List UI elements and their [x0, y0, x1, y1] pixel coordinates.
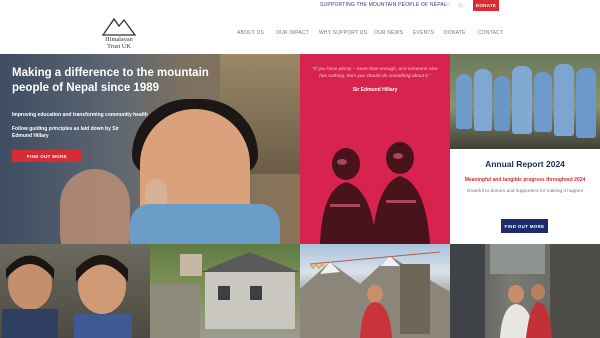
find-out-more-button[interactable]: FIND OUT MORE — [12, 150, 82, 162]
hero-photo-shirt — [130, 204, 280, 244]
climbers-photo — [320, 142, 430, 244]
instagram-icon[interactable]: ◎ — [458, 2, 463, 9]
hero-subtitle: Improving education and transforming com… — [12, 112, 148, 118]
nav-about-us[interactable]: ABOUT US — [237, 30, 264, 36]
quote-panel: "If you have plenty – more than enough, … — [300, 54, 450, 244]
mountain-trekker-photo — [300, 244, 450, 338]
village-children-photo — [450, 244, 600, 338]
top-bar: SUPPORTING THE MOUNTAIN PEOPLE OF NEPAL … — [0, 0, 600, 12]
child-figure — [494, 76, 510, 131]
hero-photo-child-background — [60, 169, 130, 244]
site-header: Himalayan Trust UK ABOUT US OUR IMPACT W… — [0, 12, 600, 54]
nav-donate[interactable]: DONATE — [444, 30, 466, 36]
logo-text-line1: Himalayan — [105, 36, 133, 43]
report-text: Grateful to donors and supporters for ma… — [466, 189, 584, 194]
child-figure — [534, 72, 552, 132]
nav-our-news[interactable]: OUR NEWS — [374, 30, 403, 36]
report-find-out-more-button[interactable]: FIND OUT MORE — [501, 219, 548, 233]
logo[interactable]: Himalayan Trust UK — [100, 16, 138, 52]
mountain-logo-icon — [102, 17, 136, 36]
nav-events[interactable]: EVENTS — [413, 30, 434, 36]
child-figure — [554, 64, 574, 136]
school-building-photo — [150, 244, 300, 338]
nav-our-impact[interactable]: OUR IMPACT — [276, 30, 309, 36]
child-figure — [512, 66, 532, 134]
child-figure — [456, 74, 472, 129]
logo-text-line2: Trust UK — [107, 43, 131, 50]
child-figure — [474, 69, 492, 131]
hero-title: Making a difference to the mountain peop… — [12, 67, 209, 94]
hero-banner: Making a difference to the mountain peop… — [0, 54, 300, 244]
child-figure — [576, 68, 596, 138]
tagline: SUPPORTING THE MOUNTAIN PEOPLE OF NEPAL — [320, 2, 447, 8]
donate-button-top[interactable]: DONATE — [473, 0, 499, 11]
nav-contact[interactable]: CONTACT — [478, 30, 503, 36]
quote-author: Sir Edmund Hillary — [352, 87, 398, 93]
hero-principles: Follow guiding principles as laid down b… — [12, 126, 119, 139]
girls-photo — [0, 244, 150, 338]
email-icon[interactable]: ✉ — [422, 2, 427, 9]
linkedin-icon[interactable]: in — [445, 2, 450, 8]
report-title: Annual Report 2024 — [485, 159, 565, 169]
facebook-icon[interactable]: f — [434, 2, 436, 8]
school-children-photo — [450, 54, 600, 149]
annual-report-panel: Annual Report 2024 Meaningful and tangib… — [450, 149, 600, 244]
report-subtitle: Meaningful and tangible progress through… — [464, 177, 586, 183]
nav-why-support-us[interactable]: WHY SUPPORT US — [319, 30, 367, 36]
quote-text: "If you have plenty – more than enough, … — [312, 67, 438, 79]
